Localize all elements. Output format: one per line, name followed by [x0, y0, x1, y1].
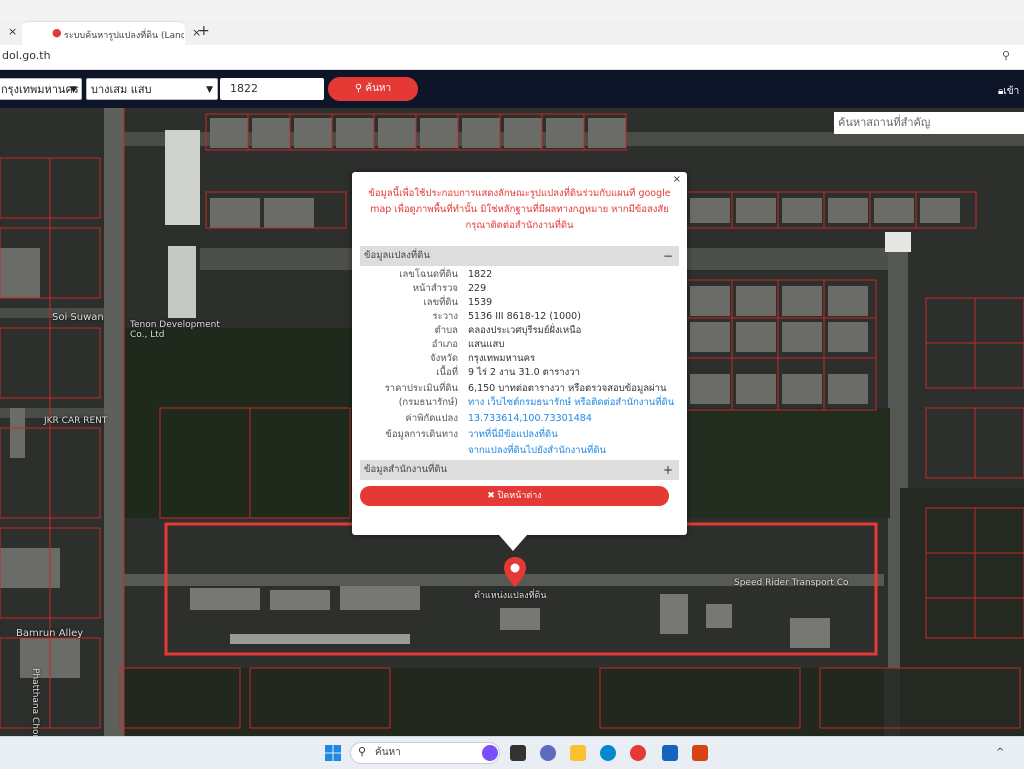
info-value: คลองประเวศบุรีรมย์ฝั่งเหนือ: [468, 325, 582, 336]
search-icon: ⚲: [354, 83, 366, 94]
info-value: แสนแสบ: [468, 339, 505, 350]
parcel-number-input[interactable]: 1822: [220, 78, 324, 100]
info-value: 1822: [468, 269, 493, 280]
taskbar-search-input[interactable]: ค้นหา: [350, 742, 500, 764]
info-label: (กรมธนารักษ์): [398, 397, 458, 408]
info-row-province: จังหวัด กรุงเทพมหานคร: [360, 352, 679, 366]
map-label-soi-suwan: Soi Suwan: [52, 312, 104, 323]
copilot-icon[interactable]: [482, 745, 498, 761]
chevron-down-icon: ▼: [70, 85, 77, 95]
info-value-link[interactable]: วาทที่นี่มีข้อแปลงที่ดิน: [468, 428, 558, 442]
info-row-sheet: ระวาง 5136 III 8618-12 (1000): [360, 310, 679, 324]
parcel-info-popup: × ข้อมูลนี้เพื่อใช้ประกอบการแสดงลักษณะรู…: [352, 172, 687, 535]
store-icon[interactable]: [662, 745, 678, 761]
taskbar-search-placeholder: ค้นหา: [375, 747, 401, 758]
province-value: กรุงเทพมหานคร: [1, 83, 79, 96]
task-view-icon[interactable]: [510, 745, 526, 761]
section-land-office-header[interactable]: ข้อมูลสำนักงานที่ดิน +: [360, 460, 679, 480]
map-label-bamrun-alley: Bamrun Alley: [16, 628, 84, 639]
info-value: 5136 III 8618-12 (1000): [468, 311, 581, 322]
expand-icon[interactable]: +: [663, 460, 673, 480]
info-row-survey-page: หน้าสำรวจ 229: [360, 282, 679, 296]
map-search-input[interactable]: ค้นหาสถานที่สำคัญ: [834, 112, 1024, 134]
info-label: เลขโฉนดที่ดิน: [399, 269, 458, 280]
info-value: 229: [468, 283, 487, 294]
info-value-link[interactable]: จากแปลงที่ดินไปยังสำนักงานที่ดิน: [468, 444, 606, 458]
info-label: เลขที่ดิน: [423, 297, 459, 308]
close-window-button[interactable]: ✖ ปิดหน้าต่าง: [360, 486, 669, 506]
search-button-label: ค้นหา: [365, 83, 392, 94]
tray-overflow-icon[interactable]: ^: [996, 747, 1004, 758]
info-value: 1539: [468, 297, 493, 308]
tab-title: ระบบค้นหารูปแปลงที่ดิน (LandsMaps): [64, 31, 184, 41]
chrome-icon[interactable]: [630, 745, 646, 761]
info-row-subdistrict: ตำบล คลองประเวศบุรีรมย์ฝั่งเหนือ: [360, 324, 679, 338]
location-icon[interactable]: ⚲: [1002, 49, 1010, 62]
prev-tab-close-button[interactable]: ×: [8, 25, 17, 38]
province-select[interactable]: กรุงเทพมหานคร ▼: [0, 78, 82, 100]
map-marker-icon[interactable]: [502, 556, 528, 588]
info-row-land-no: เลขที่ดิน 1539: [360, 296, 679, 310]
district-select[interactable]: บางเสม แสบ ▼: [86, 78, 218, 100]
close-icon: ✖: [487, 491, 498, 501]
browser-top-strip: [0, 0, 1024, 22]
info-row-deed-no: เลขโฉนดที่ดิน 1822: [360, 268, 679, 282]
info-value-link[interactable]: 13.733614,100.73301484: [468, 412, 592, 426]
map-label-speed-rider: Speed Rider Transport Co: [734, 578, 849, 588]
search-icon: ⚲: [358, 745, 367, 758]
address-bar[interactable]: dol.go.th ⚲: [0, 45, 1024, 70]
info-label: หน้าสำรวจ: [412, 283, 458, 294]
info-row-area: เนื้อที่ 9 ไร่ 2 งาน 31.0 ตารางวา: [360, 366, 679, 380]
close-window-label: ปิดหน้าต่าง: [497, 491, 542, 501]
map-label-jkr: JKR CAR RENT: [44, 416, 108, 426]
info-label: เนื้อที่: [436, 367, 458, 378]
info-label: ราคาประเมินที่ดิน: [384, 383, 458, 394]
info-label: ค่าพิกัดแปลง: [405, 413, 459, 424]
map-label-tenon: Tenon Development Co., Ltd: [130, 320, 220, 340]
login-link[interactable]: 🔒︎เข้า: [998, 84, 1019, 99]
map-label-phatthana-road: Phatthana Chonabot 3 Rd: [30, 668, 40, 736]
login-label: เข้า: [1003, 86, 1020, 97]
info-row-appraisal-source: (กรมธนารักษ์) ทาง เว็บไซต์กรมธนารักษ์ หร…: [360, 396, 679, 410]
disclaimer-notice: ข้อมูลนี้เพื่อใช้ประกอบการแสดงลักษณะรูปแ…: [368, 188, 671, 231]
info-row-district: อำเภอ แสนแสบ: [360, 338, 679, 352]
new-tab-button[interactable]: +: [198, 23, 210, 39]
popup-close-icon[interactable]: ×: [673, 174, 681, 185]
info-value: กรุงเทพมหานคร: [468, 353, 536, 364]
info-row-appraisal: ราคาประเมินที่ดิน 6,150 บาทต่อตารางวา หร…: [360, 382, 679, 396]
search-button[interactable]: ⚲ ค้นหา: [328, 77, 418, 101]
section-parcel-info-title: ข้อมูลแปลงที่ดิน: [364, 250, 430, 261]
windows-taskbar: ค้นหา ⚲ ^: [0, 736, 1024, 769]
address-url: dol.go.th: [2, 49, 51, 62]
info-row-travel-office: จากแปลงที่ดินไปยังสำนักงานที่ดิน: [360, 444, 679, 458]
info-label: ข้อมูลการเดินทาง: [385, 429, 458, 440]
info-value: 6,150 บาทต่อตารางวา หรือตรวจสอบข้อมูลผ่า…: [468, 383, 667, 394]
map-pin-favicon-icon: ●: [52, 26, 62, 39]
browser-tab-active[interactable]: ● ระบบค้นหารูปแปลงที่ดิน (LandsMaps) ×: [22, 21, 201, 46]
chat-icon[interactable]: [540, 745, 556, 761]
site-toolbar: กรุงเทพมหานคร ▼ บางเสม แสบ ▼ 1822 ⚲ ค้นห…: [0, 70, 1024, 108]
file-explorer-icon[interactable]: [570, 745, 586, 761]
info-value-link[interactable]: ทาง เว็บไซต์กรมธนารักษ์ หรือติดต่อสำนักง…: [468, 396, 674, 410]
info-label: อำเภอ: [431, 339, 458, 350]
popup-pointer: [499, 535, 527, 551]
edge-icon[interactable]: [600, 745, 616, 761]
collapse-icon[interactable]: −: [663, 246, 673, 266]
info-value: 9 ไร่ 2 งาน 31.0 ตารางวา: [468, 367, 580, 378]
chevron-down-icon: ▼: [206, 85, 213, 95]
section-land-office-title: ข้อมูลสำนักงานที่ดิน: [364, 464, 448, 475]
map-label-parcel: ตำแหน่งแปลงที่ดิน: [474, 591, 547, 601]
info-label: ระวาง: [432, 311, 458, 322]
info-row-coordinates: ค่าพิกัดแปลง 13.733614,100.73301484: [360, 412, 679, 426]
info-label: ตำบล: [434, 325, 458, 336]
windows-start-icon[interactable]: [325, 745, 341, 761]
info-row-travel: ข้อมูลการเดินทาง วาทที่นี่มีข้อแปลงที่ดิ…: [360, 428, 679, 442]
district-value: บางเสม แสบ: [91, 83, 152, 96]
info-label: จังหวัด: [430, 353, 458, 364]
section-parcel-info-header[interactable]: ข้อมูลแปลงที่ดิน −: [360, 246, 679, 266]
powerpoint-icon[interactable]: [692, 745, 708, 761]
